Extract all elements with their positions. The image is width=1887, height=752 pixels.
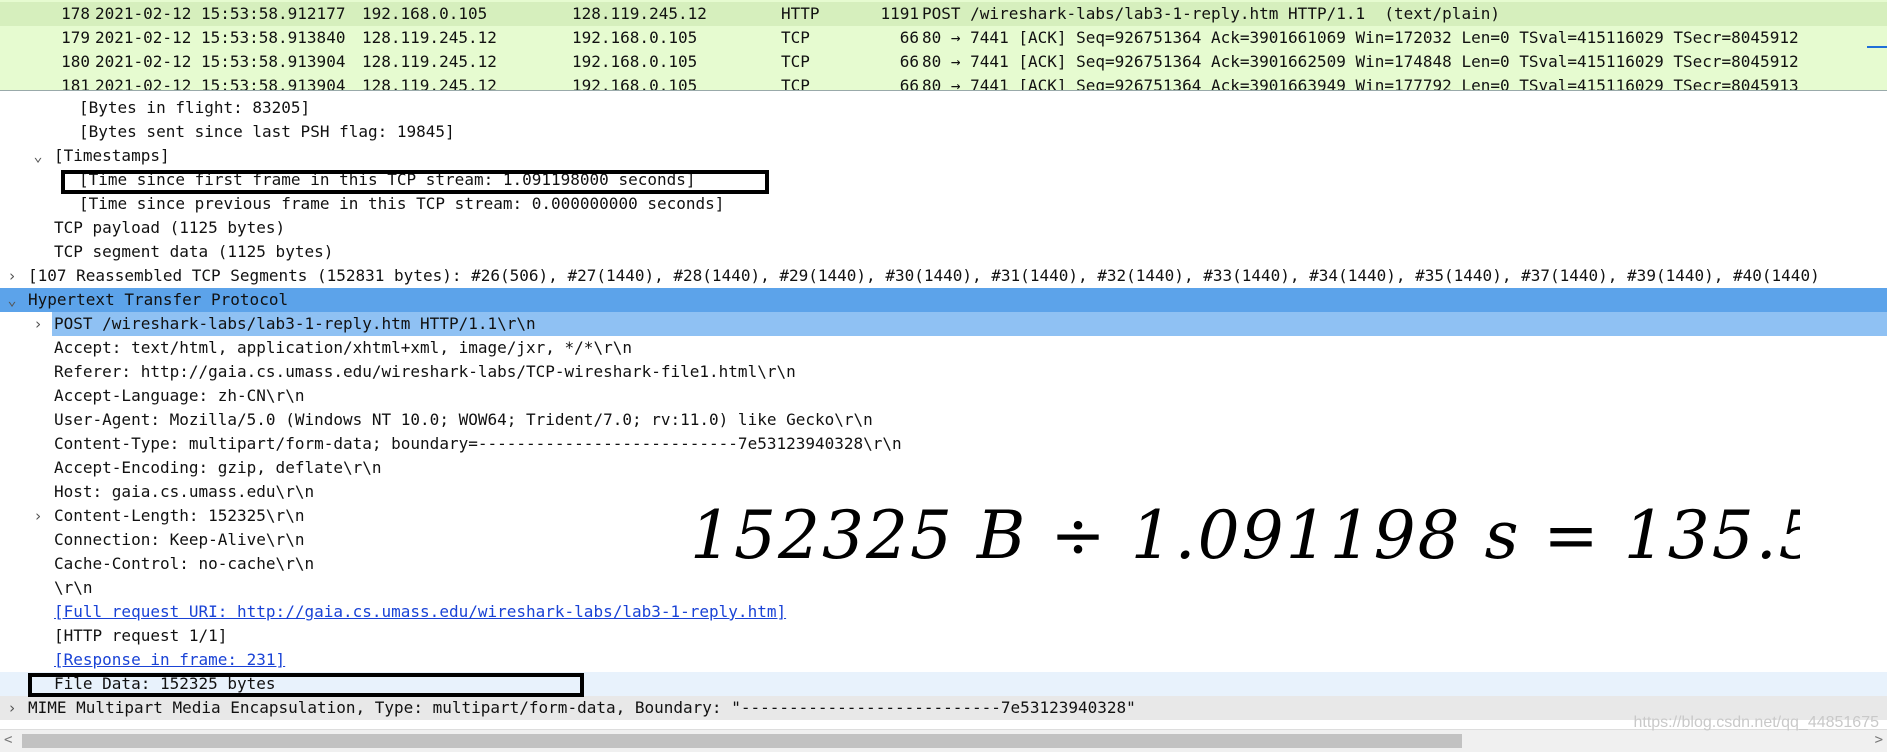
tree-item[interactable]: [Bytes sent since last PSH flag: 19845] bbox=[0, 120, 1887, 144]
packet-length: 66 bbox=[899, 76, 919, 91]
annotation-box-file-data bbox=[28, 673, 584, 697]
packet-no: 180 bbox=[61, 52, 90, 71]
packet-protocol: TCP bbox=[781, 28, 810, 47]
packet-length: 1191 bbox=[880, 4, 919, 23]
packet-row[interactable]: 181 2021-02-12 15:53:58.913904 128.119.2… bbox=[0, 74, 1887, 91]
tree-item[interactable]: TCP segment data (1125 bytes) bbox=[0, 240, 1887, 264]
packet-row[interactable]: 180 2021-02-12 15:53:58.913904 128.119.2… bbox=[0, 50, 1887, 74]
tree-item-label: Referer: http://gaia.cs.umass.edu/wiresh… bbox=[54, 362, 796, 381]
packet-destination: 192.168.0.105 bbox=[572, 28, 698, 47]
horizontal-scrollbar[interactable]: < > bbox=[0, 729, 1887, 752]
tree-item-label: [Time since previous frame in this TCP s… bbox=[79, 194, 725, 213]
tree-item[interactable]: [HTTP request 1/1] bbox=[0, 624, 1887, 648]
tree-item-label: [HTTP request 1/1] bbox=[54, 626, 228, 645]
handwritten-calculation: 152325 B ÷ 1.091198 s = 135.594 kB/s bbox=[690, 497, 1800, 574]
scroll-marker bbox=[1867, 46, 1887, 48]
scroll-thumb[interactable] bbox=[22, 734, 1462, 748]
packet-source: 128.119.245.12 bbox=[362, 52, 497, 71]
packet-no: 178 bbox=[61, 4, 90, 23]
packet-info: 80 → 7441 [ACK] Seq=926751364 Ack=390166… bbox=[922, 76, 1799, 91]
packet-time: 2021-02-12 15:53:58.913904 bbox=[95, 76, 346, 91]
tree-item-reassembled[interactable]: › [107 Reassembled TCP Segments (152831 … bbox=[0, 264, 1887, 288]
scroll-right-icon[interactable]: > bbox=[1875, 732, 1883, 748]
tree-item-label: Accept-Encoding: gzip, deflate\r\n bbox=[54, 458, 382, 477]
tree-item[interactable]: Content-Type: multipart/form-data; bound… bbox=[0, 432, 1887, 456]
packet-info: 80 → 7441 [ACK] Seq=926751364 Ack=390166… bbox=[922, 52, 1799, 71]
packet-time: 2021-02-12 15:53:58.912177 bbox=[95, 4, 346, 23]
tree-item-label: Host: gaia.cs.umass.edu\r\n bbox=[54, 482, 315, 501]
tree-item-label: Content-Type: multipart/form-data; bound… bbox=[54, 434, 902, 453]
tree-item[interactable]: [Response in frame: 231] bbox=[0, 648, 1887, 672]
chevron-right-icon[interactable]: › bbox=[31, 312, 45, 336]
packet-source: 192.168.0.105 bbox=[362, 4, 488, 23]
packet-protocol: HTTP bbox=[781, 4, 820, 23]
packet-info: POST /wireshark-labs/lab3-1-reply.htm HT… bbox=[922, 4, 1500, 23]
annotation-box-time bbox=[61, 170, 769, 194]
packet-row[interactable]: 178 2021-02-12 15:53:58.912177 192.168.0… bbox=[0, 2, 1887, 26]
tree-item-label: TCP segment data (1125 bytes) bbox=[54, 242, 334, 261]
tree-item-label: Cache-Control: no-cache\r\n bbox=[54, 554, 315, 573]
watermark: https://blog.csdn.net/qq_44851675 bbox=[1633, 714, 1879, 731]
tree-item[interactable]: User-Agent: Mozilla/5.0 (Windows NT 10.0… bbox=[0, 408, 1887, 432]
tree-item-timestamps[interactable]: ⌄ [Timestamps] bbox=[0, 144, 1887, 168]
tree-item[interactable]: [Full request URI: http://gaia.cs.umass.… bbox=[0, 600, 1887, 624]
tree-item-label: TCP payload (1125 bytes) bbox=[54, 218, 286, 237]
packet-source: 128.119.245.12 bbox=[362, 76, 497, 91]
response-frame-link[interactable]: [Response in frame: 231] bbox=[54, 648, 285, 672]
chevron-right-icon[interactable]: › bbox=[31, 504, 45, 528]
packet-destination: 128.119.245.12 bbox=[572, 4, 707, 23]
tree-item[interactable]: [Time since previous frame in this TCP s… bbox=[0, 192, 1887, 216]
packet-info: 80 → 7441 [ACK] Seq=926751364 Ack=390166… bbox=[922, 28, 1799, 47]
packet-length: 66 bbox=[899, 28, 919, 47]
packet-source: 128.119.245.12 bbox=[362, 28, 497, 47]
tree-item-http[interactable]: ⌄ Hypertext Transfer Protocol bbox=[0, 288, 1887, 312]
packet-protocol: TCP bbox=[781, 76, 810, 91]
chevron-down-icon[interactable]: ⌄ bbox=[31, 144, 45, 168]
packet-destination: 192.168.0.105 bbox=[572, 52, 698, 71]
tree-item-label: [Bytes in flight: 83205] bbox=[79, 98, 311, 117]
tree-item-label: \r\n bbox=[54, 578, 93, 597]
tree-item[interactable]: Accept-Language: zh-CN\r\n bbox=[0, 384, 1887, 408]
tree-item-label: User-Agent: Mozilla/5.0 (Windows NT 10.0… bbox=[54, 410, 873, 429]
tree-item[interactable]: Referer: http://gaia.cs.umass.edu/wiresh… bbox=[0, 360, 1887, 384]
tree-item-label: [Timestamps] bbox=[54, 146, 170, 165]
tree-item-mime[interactable]: › MIME Multipart Media Encapsulation, Ty… bbox=[0, 696, 1887, 720]
tree-item-label: Connection: Keep-Alive\r\n bbox=[54, 530, 305, 549]
chevron-right-icon[interactable]: › bbox=[5, 264, 19, 288]
packet-no: 179 bbox=[61, 28, 90, 47]
packet-time: 2021-02-12 15:53:58.913840 bbox=[95, 28, 346, 47]
scroll-left-icon[interactable]: < bbox=[4, 732, 12, 748]
packet-destination: 192.168.0.105 bbox=[572, 76, 698, 91]
tree-item-label: POST /wireshark-labs/lab3-1-reply.htm HT… bbox=[52, 312, 1887, 336]
tree-item[interactable]: [Bytes in flight: 83205] bbox=[0, 96, 1887, 120]
tree-item[interactable]: Accept: text/html, application/xhtml+xml… bbox=[0, 336, 1887, 360]
packet-protocol: TCP bbox=[781, 52, 810, 71]
handwritten-text: 152325 B ÷ 1.091198 s = 135.594 kB/s bbox=[690, 497, 1800, 574]
full-request-uri-link[interactable]: [Full request URI: http://gaia.cs.umass.… bbox=[54, 600, 786, 624]
tree-item-post[interactable]: › POST /wireshark-labs/lab3-1-reply.htm … bbox=[0, 312, 1887, 336]
tree-item-label: MIME Multipart Media Encapsulation, Type… bbox=[28, 698, 1136, 717]
packet-no: 181 bbox=[61, 76, 90, 91]
tree-item-label: Accept-Language: zh-CN\r\n bbox=[54, 386, 305, 405]
chevron-down-icon[interactable]: ⌄ bbox=[5, 288, 19, 312]
tree-item-label: [Bytes sent since last PSH flag: 19845] bbox=[79, 122, 455, 141]
packet-length: 66 bbox=[899, 52, 919, 71]
packet-time: 2021-02-12 15:53:58.913904 bbox=[95, 52, 346, 71]
tree-item-label: [107 Reassembled TCP Segments (152831 by… bbox=[28, 266, 1820, 285]
packet-details-pane: [Bytes in flight: 83205] [Bytes sent sin… bbox=[0, 96, 1887, 728]
tree-item-label: Hypertext Transfer Protocol bbox=[28, 290, 289, 309]
chevron-right-icon[interactable]: › bbox=[5, 696, 19, 720]
tree-item-label: Content-Length: 152325\r\n bbox=[54, 506, 305, 525]
packet-row[interactable]: 179 2021-02-12 15:53:58.913840 128.119.2… bbox=[0, 26, 1887, 50]
tree-item[interactable]: TCP payload (1125 bytes) bbox=[0, 216, 1887, 240]
tree-item-label: Accept: text/html, application/xhtml+xml… bbox=[54, 338, 632, 357]
packet-list: → 178 2021-02-12 15:53:58.912177 192.168… bbox=[0, 0, 1887, 91]
